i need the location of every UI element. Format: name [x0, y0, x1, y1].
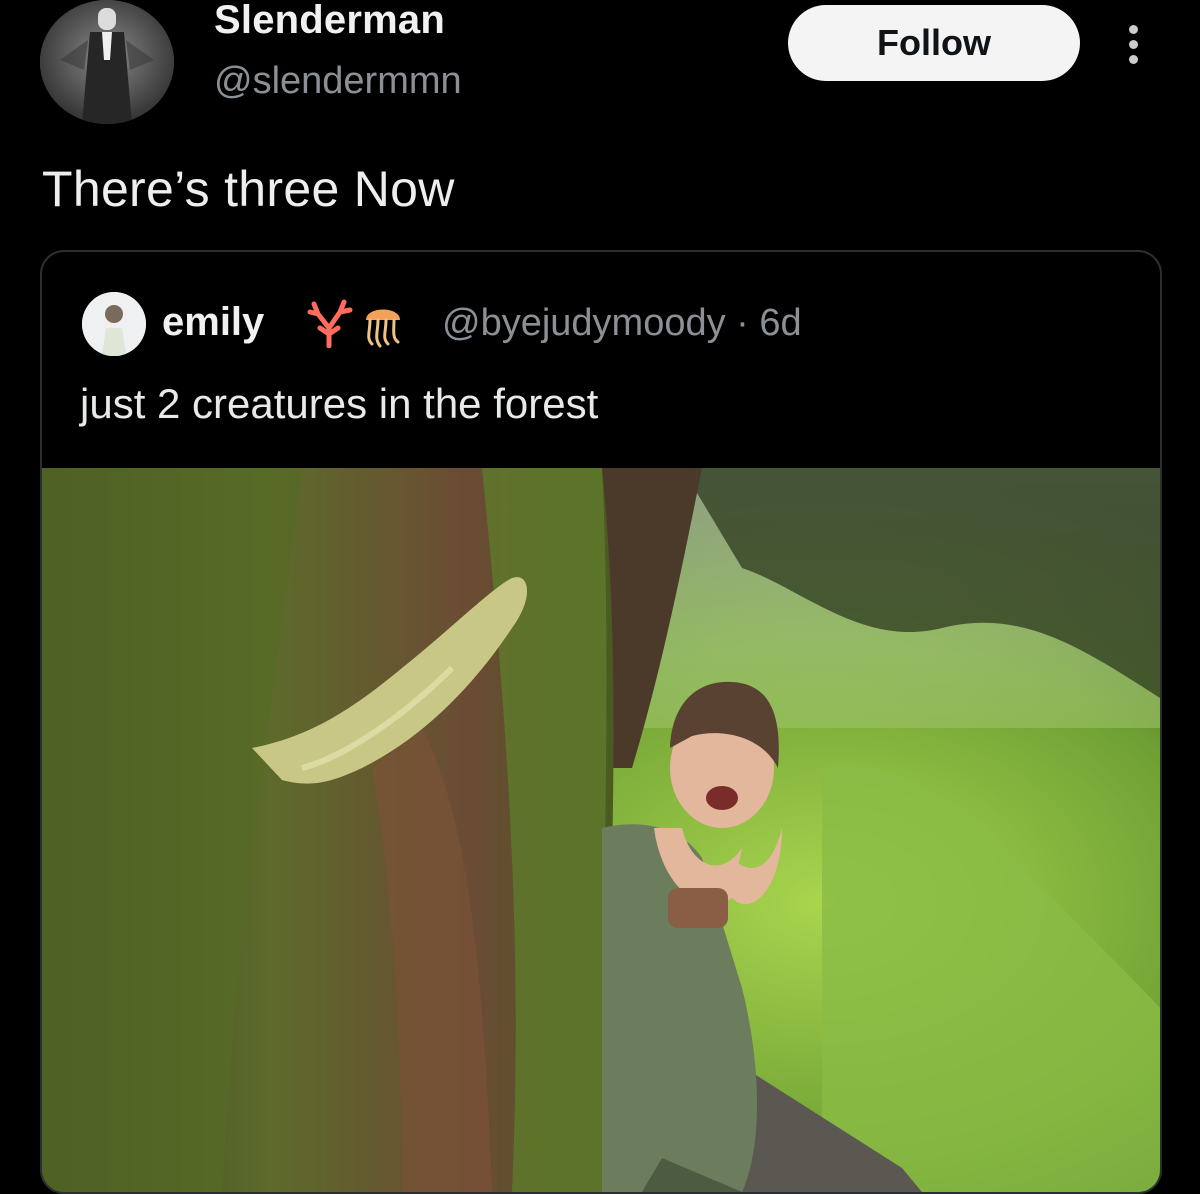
follow-button[interactable]: Follow [788, 5, 1080, 81]
author-avatar[interactable] [40, 0, 174, 124]
quoted-handle-and-time[interactable]: @byejudymoody · 6d [442, 302, 802, 345]
quoted-author-avatar[interactable] [82, 292, 146, 356]
post-text: There’s three Now [42, 161, 455, 217]
forest-photo-image [42, 468, 1160, 1192]
quoted-post-card[interactable]: emily @byejudymoody · 6d just 2 creature… [40, 250, 1162, 1194]
emily-avatar-image [82, 292, 146, 356]
author-handle[interactable]: @slendermmn [214, 60, 462, 103]
coral-icon [304, 298, 354, 348]
dot [1128, 54, 1138, 64]
more-options-icon[interactable] [1116, 16, 1150, 72]
jellyfish-icon [358, 298, 408, 348]
slenderman-avatar-image [40, 0, 174, 124]
quoted-post-text: just 2 creatures in the forest [80, 380, 599, 427]
dot [1128, 24, 1138, 34]
dot [1128, 39, 1138, 49]
quoted-post-photo[interactable] [42, 468, 1160, 1192]
quoted-author-name[interactable]: emily [162, 300, 264, 345]
author-display-name[interactable]: Slenderman [214, 0, 445, 43]
